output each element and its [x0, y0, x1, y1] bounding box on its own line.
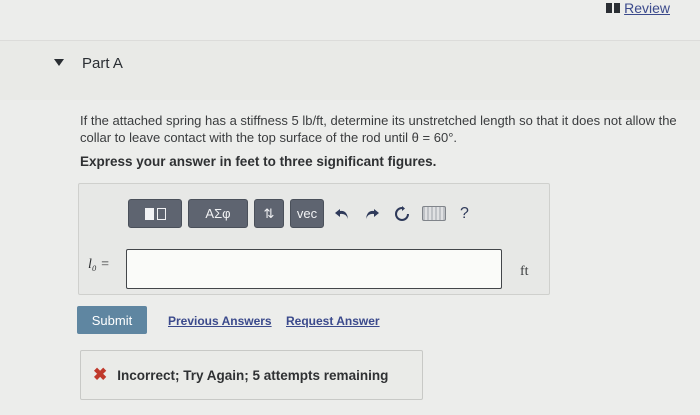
problem-statement: If the attached spring has a stiffness 5… [80, 113, 677, 145]
answer-instruction: Express your answer in feet to three sig… [80, 154, 437, 169]
math-toolbar: ΑΣφ ⇅ vec ? [128, 199, 469, 228]
help-button[interactable]: ? [460, 205, 469, 223]
review-link[interactable]: Review [606, 0, 670, 16]
part-header[interactable]: Part A [0, 40, 700, 100]
feedback-text: Incorrect; Try Again; 5 attempts remaini… [117, 367, 389, 383]
part-title: Part A [82, 55, 123, 72]
review-icon [606, 3, 621, 13]
previous-answers-link[interactable]: Previous Answers [168, 314, 272, 328]
arrows-button[interactable]: ⇅ [254, 199, 284, 228]
redo-icon[interactable] [360, 199, 384, 228]
vector-button[interactable]: vec [290, 199, 324, 228]
x-icon: ✖ [93, 365, 108, 384]
submit-button[interactable]: Submit [77, 306, 147, 334]
radical-icon [156, 207, 166, 220]
templates-button[interactable] [128, 199, 182, 228]
answer-input[interactable] [126, 249, 502, 289]
caret-down-icon[interactable] [54, 59, 64, 66]
request-answer-link[interactable]: Request Answer [286, 314, 380, 328]
answer-unit: ft [520, 264, 529, 279]
reset-icon[interactable] [390, 199, 414, 228]
templates-icon [144, 207, 154, 220]
greek-symbols-button[interactable]: ΑΣφ [188, 199, 248, 228]
feedback-box: ✖ Incorrect; Try Again; 5 attempts remai… [80, 350, 423, 400]
review-label: Review [624, 0, 670, 16]
answer-variable-label: l₀ = [88, 257, 110, 272]
keyboard-icon[interactable] [422, 206, 446, 221]
undo-icon[interactable] [330, 199, 354, 228]
